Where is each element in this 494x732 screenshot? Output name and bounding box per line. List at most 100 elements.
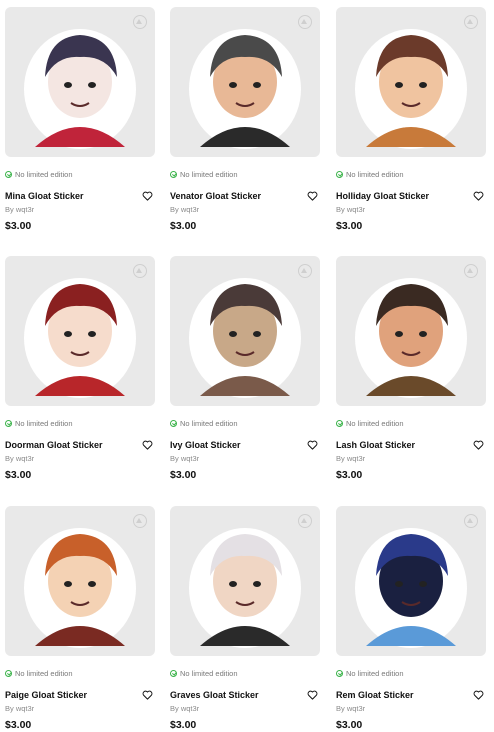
- price-label: $3.00: [5, 469, 32, 481]
- edition-label: No limited edition: [180, 418, 238, 428]
- check-circle-icon: [170, 170, 177, 178]
- product-image[interactable]: [336, 506, 486, 656]
- edition-label: No limited edition: [180, 169, 238, 179]
- heart-icon[interactable]: [142, 440, 153, 450]
- heart-icon[interactable]: [473, 440, 484, 450]
- creator-label[interactable]: By wqt3r: [336, 704, 486, 714]
- product-title[interactable]: Lash Gloat Sticker: [336, 440, 415, 450]
- sticker-artwork: [355, 29, 467, 149]
- creator-label[interactable]: By wqt3r: [5, 454, 155, 464]
- edition-status: No limited edition: [5, 668, 155, 678]
- product-card[interactable]: No limited edition Doorman Gloat Sticker B…: [5, 256, 155, 481]
- product-image[interactable]: [336, 256, 486, 406]
- logo-icon: [133, 15, 147, 29]
- creator-label[interactable]: By wqt3r: [5, 205, 155, 215]
- product-title[interactable]: Doorman Gloat Sticker: [5, 440, 103, 450]
- product-image[interactable]: [170, 256, 320, 406]
- heart-icon[interactable]: [307, 191, 318, 201]
- price-label: $3.00: [5, 220, 32, 232]
- product-title[interactable]: Venator Gloat Sticker: [170, 191, 261, 201]
- check-circle-icon: [5, 170, 12, 178]
- logo-icon: [133, 514, 147, 528]
- edition-status: No limited edition: [5, 418, 155, 428]
- check-circle-icon: [170, 669, 177, 677]
- product-card[interactable]: No limited edition Rem Gloat Sticker By wq…: [336, 506, 486, 731]
- creator-label[interactable]: By wqt3r: [5, 704, 155, 714]
- price-label: $3.00: [170, 469, 197, 481]
- product-card[interactable]: No limited edition Graves Gloat Sticker By…: [170, 506, 320, 731]
- product-title[interactable]: Rem Gloat Sticker: [336, 690, 414, 700]
- heart-icon[interactable]: [307, 690, 318, 700]
- sticker-artwork: [189, 278, 301, 398]
- product-title[interactable]: Holliday Gloat Sticker: [336, 191, 429, 201]
- product-card[interactable]: No limited edition Venator Gloat Sticker B…: [170, 7, 320, 232]
- edition-label: No limited edition: [15, 418, 73, 428]
- edition-status: No limited edition: [170, 668, 320, 678]
- logo-icon: [464, 264, 478, 278]
- creator-label[interactable]: By wqt3r: [170, 205, 320, 215]
- edition-status: No limited edition: [170, 169, 320, 179]
- heart-icon[interactable]: [473, 690, 484, 700]
- sticker-artwork: [24, 29, 136, 149]
- product-title[interactable]: Graves Gloat Sticker: [170, 690, 259, 700]
- sticker-artwork: [355, 278, 467, 398]
- heart-icon[interactable]: [307, 440, 318, 450]
- sticker-artwork: [24, 528, 136, 648]
- check-circle-icon: [170, 419, 177, 427]
- product-card[interactable]: No limited edition Holliday Gloat Sticker…: [336, 7, 486, 232]
- edition-label: No limited edition: [346, 169, 404, 179]
- product-grid: No limited edition Mina Gloat Sticker By w…: [0, 0, 494, 732]
- check-circle-icon: [336, 419, 343, 427]
- product-image[interactable]: [5, 256, 155, 406]
- product-image[interactable]: [5, 7, 155, 157]
- product-title[interactable]: Paige Gloat Sticker: [5, 690, 87, 700]
- check-circle-icon: [336, 669, 343, 677]
- product-title[interactable]: Ivy Gloat Sticker: [170, 440, 241, 450]
- logo-icon: [298, 514, 312, 528]
- price-label: $3.00: [5, 719, 32, 731]
- product-card[interactable]: No limited edition Lash Gloat Sticker By w…: [336, 256, 486, 481]
- logo-icon: [464, 514, 478, 528]
- logo-icon: [133, 264, 147, 278]
- product-card[interactable]: No limited edition Mina Gloat Sticker By w…: [5, 7, 155, 232]
- edition-status: No limited edition: [336, 169, 486, 179]
- price-label: $3.00: [170, 220, 197, 232]
- heart-icon[interactable]: [142, 690, 153, 700]
- price-label: $3.00: [336, 469, 363, 481]
- sticker-artwork: [355, 528, 467, 648]
- sticker-artwork: [189, 528, 301, 648]
- product-title[interactable]: Mina Gloat Sticker: [5, 191, 84, 201]
- edition-status: No limited edition: [336, 418, 486, 428]
- price-label: $3.00: [170, 719, 197, 731]
- product-image[interactable]: [170, 7, 320, 157]
- edition-status: No limited edition: [5, 169, 155, 179]
- creator-label[interactable]: By wqt3r: [336, 205, 486, 215]
- sticker-artwork: [189, 29, 301, 149]
- edition-label: No limited edition: [346, 418, 404, 428]
- edition-label: No limited edition: [15, 169, 73, 179]
- edition-status: No limited edition: [170, 418, 320, 428]
- check-circle-icon: [5, 419, 12, 427]
- logo-icon: [298, 15, 312, 29]
- check-circle-icon: [336, 170, 343, 178]
- creator-label[interactable]: By wqt3r: [170, 454, 320, 464]
- price-label: $3.00: [336, 719, 363, 731]
- product-image[interactable]: [5, 506, 155, 656]
- creator-label[interactable]: By wqt3r: [170, 704, 320, 714]
- logo-icon: [464, 15, 478, 29]
- edition-label: No limited edition: [15, 668, 73, 678]
- edition-status: No limited edition: [336, 668, 486, 678]
- check-circle-icon: [5, 669, 12, 677]
- edition-label: No limited edition: [346, 668, 404, 678]
- product-card[interactable]: No limited edition Paige Gloat Sticker By …: [5, 506, 155, 731]
- heart-icon[interactable]: [473, 191, 484, 201]
- product-card[interactable]: No limited edition Ivy Gloat Sticker By wq…: [170, 256, 320, 481]
- price-label: $3.00: [336, 220, 363, 232]
- sticker-artwork: [24, 278, 136, 398]
- heart-icon[interactable]: [142, 191, 153, 201]
- edition-label: No limited edition: [180, 668, 238, 678]
- product-image[interactable]: [336, 7, 486, 157]
- product-image[interactable]: [170, 506, 320, 656]
- logo-icon: [298, 264, 312, 278]
- creator-label[interactable]: By wqt3r: [336, 454, 486, 464]
